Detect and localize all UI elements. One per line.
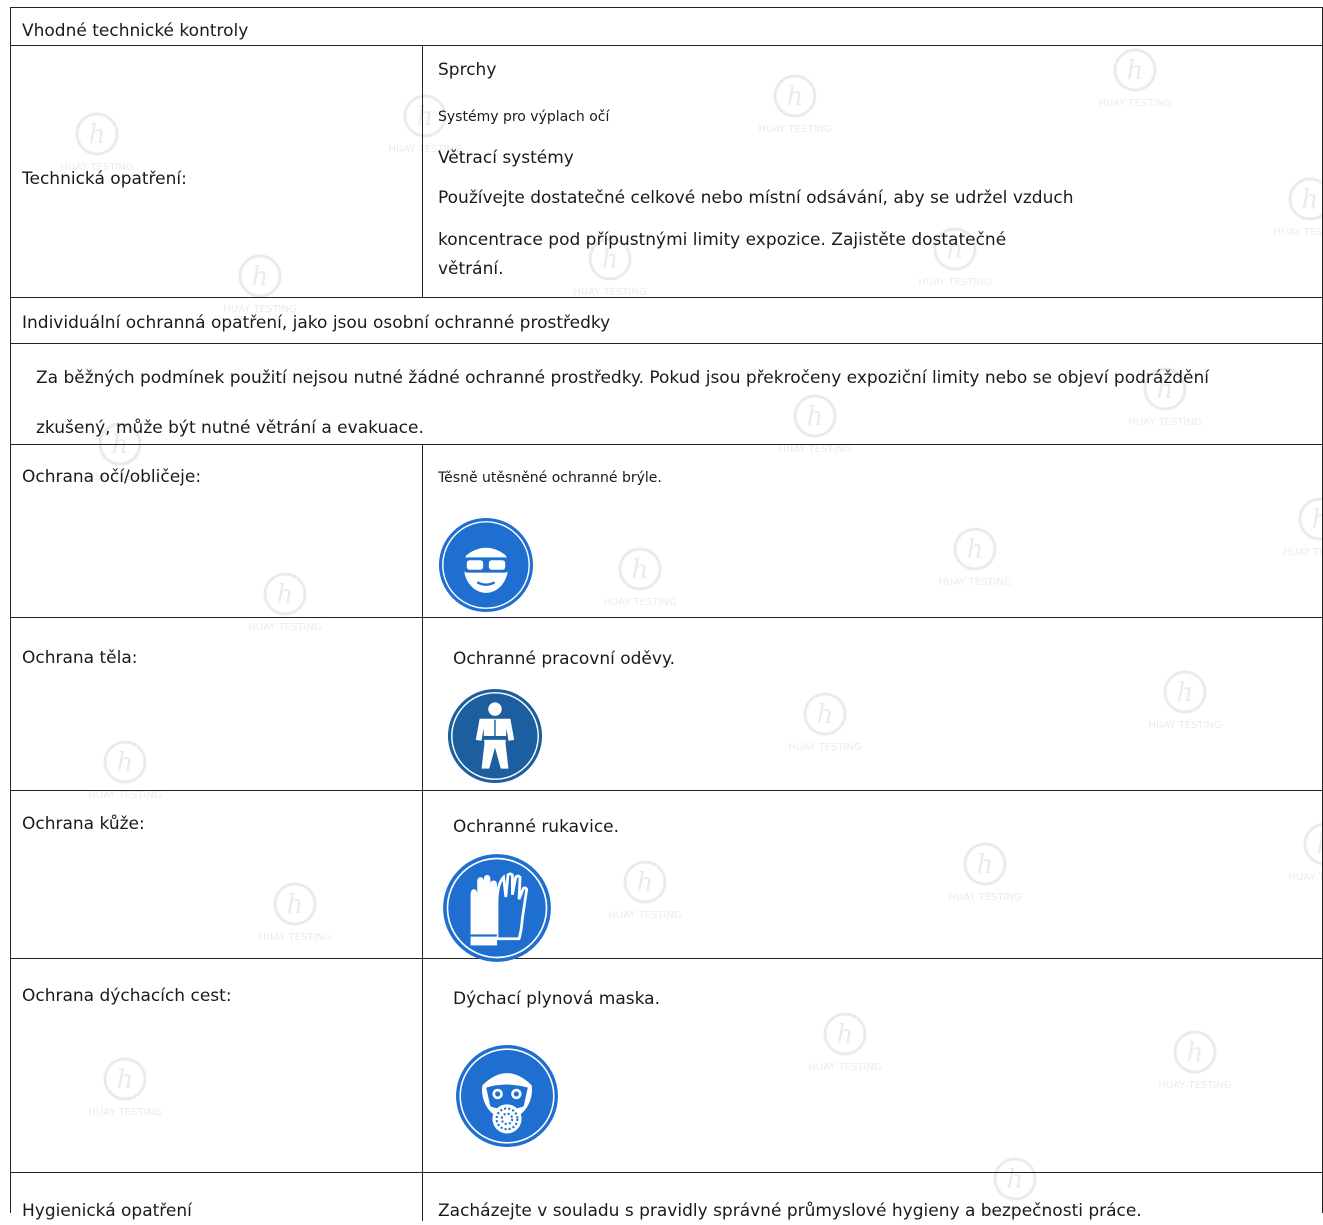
technical-measures-label: Technická opatření: <box>22 169 187 189</box>
hygiene-label-cell: Hygienická opatření <box>11 1173 423 1221</box>
general-note-line-2: zkušený, může být nutné větrání a evakua… <box>36 418 424 438</box>
respiratory-protection-label-cell: Ochrana dýchacích cest: <box>11 959 423 1172</box>
technical-measures-row: Technická opatření: Sprchy Systémy pro v… <box>11 46 1322 298</box>
body-protection-row: Ochrana těla: Ochranné pracovní oděvy. <box>11 618 1322 791</box>
eye-protection-label: Ochrana očí/obličeje: <box>22 467 202 487</box>
respiratory-protection-label: Ochrana dýchacích cest: <box>22 986 232 1006</box>
eye-protection-row: Ochrana očí/obličeje: Těsně utěsněné och… <box>11 445 1322 618</box>
body-protection-value: Ochranné pracovní oděvy. <box>453 649 675 669</box>
ventilation-text: Větrací systémy <box>438 148 574 168</box>
personal-protection-title: Individuální ochranná opatření, jako jso… <box>22 313 611 333</box>
eye-protection-value: Těsně utěsněné ochranné brýle. <box>438 470 662 486</box>
engineering-controls-title: Vhodné technické kontroly <box>22 21 249 41</box>
protective-clothing-sign-icon <box>447 688 543 784</box>
goggles-sign-icon <box>438 517 534 613</box>
technical-measures-value-cell: Sprchy Systémy pro výplach očí Větrací s… <box>423 46 1322 297</box>
showers-text: Sprchy <box>438 60 497 80</box>
eyewash-text: Systémy pro výplach očí <box>438 109 610 125</box>
skin-protection-row: Ochrana kůže: Ochranné rukavice. <box>11 791 1322 962</box>
exhaust-text-line-2: koncentrace pod přípustnými limity expoz… <box>438 230 1007 250</box>
eye-protection-value-cell: Těsně utěsněné ochranné brýle. <box>423 445 1322 617</box>
gloves-sign-icon <box>443 854 551 962</box>
respiratory-protection-row: Ochrana dýchacích cest: Dýchací plynová … <box>11 959 1322 1173</box>
eye-protection-label-cell: Ochrana očí/obličeje: <box>11 445 423 617</box>
hygiene-label: Hygienická opatření <box>22 1201 192 1221</box>
exhaust-text-line-1: Používejte dostatečné celkové nebo místn… <box>438 188 1074 208</box>
general-note-row: Za běžných podmínek použití nejsou nutné… <box>11 344 1322 445</box>
personal-protection-header-row: Individuální ochranná opatření, jako jso… <box>11 298 1322 344</box>
skin-protection-value: Ochranné rukavice. <box>453 817 620 837</box>
body-protection-label: Ochrana těla: <box>22 648 138 668</box>
engineering-controls-header-row: Vhodné technické kontroly <box>11 8 1322 46</box>
general-note-line-1: Za běžných podmínek použití nejsou nutné… <box>36 368 1209 388</box>
hygiene-row: Hygienická opatření Zacházejte v souladu… <box>11 1173 1322 1221</box>
skin-protection-label: Ochrana kůže: <box>22 814 145 834</box>
body-protection-label-cell: Ochrana těla: <box>11 618 423 790</box>
hygiene-value: Zacházejte v souladu s pravidly správné … <box>438 1201 1142 1221</box>
hygiene-value-cell: Zacházejte v souladu s pravidly správné … <box>423 1173 1322 1221</box>
safety-data-table: Vhodné technické kontroly Technická opat… <box>10 7 1323 1221</box>
respiratory-protection-value-cell: Dýchací plynová maska. <box>423 959 1322 1172</box>
skin-protection-label-cell: Ochrana kůže: <box>11 791 423 958</box>
body-protection-value-cell: Ochranné pracovní oděvy. <box>423 618 1322 790</box>
gas-mask-sign-icon <box>456 1045 558 1147</box>
technical-measures-label-cell: Technická opatření: <box>11 46 423 297</box>
exhaust-text-line-3: větrání. <box>438 259 504 279</box>
skin-protection-value-cell: Ochranné rukavice. <box>423 791 1322 962</box>
respiratory-protection-value: Dýchací plynová maska. <box>453 989 660 1009</box>
